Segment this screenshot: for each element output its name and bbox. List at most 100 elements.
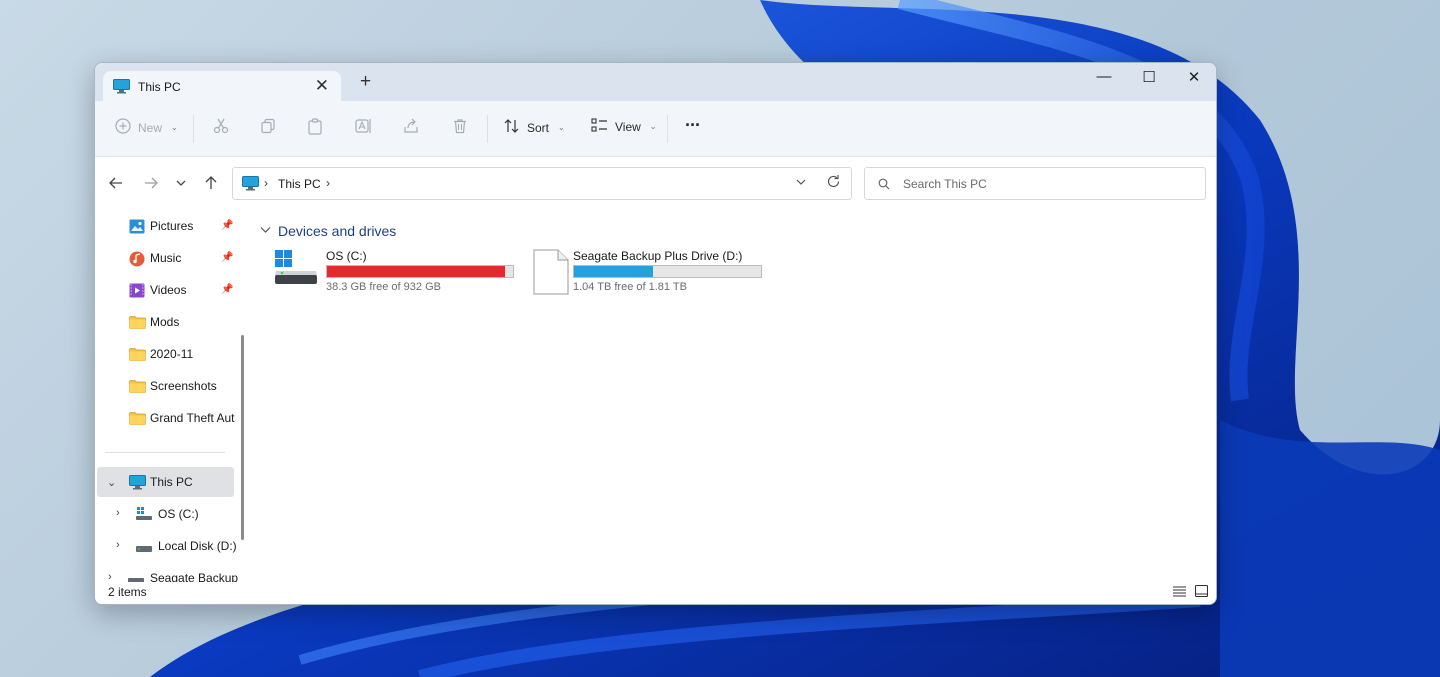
breadcrumb-chevron-icon[interactable]: › <box>264 176 268 190</box>
sidebar-item-label: Music <box>150 251 182 265</box>
chevron-down-icon <box>260 226 271 237</box>
sidebar-item-mods[interactable]: Mods <box>97 307 234 337</box>
address-bar[interactable]: › This PC › <box>232 167 852 200</box>
rename-icon <box>355 118 373 137</box>
sidebar-item-this-pc[interactable]: ⌄ This PC <box>97 467 234 497</box>
share-button[interactable] <box>403 118 419 137</box>
sidebar-item-os-c[interactable]: › OS (C:) <box>97 499 234 529</box>
tiles-view-button[interactable] <box>1194 584 1209 600</box>
sidebar-item-music[interactable]: Music 📌 <box>97 243 234 273</box>
folder-icon <box>129 379 146 396</box>
sidebar-item-label: 2020-11 <box>150 347 194 361</box>
pin-icon: 📌 <box>221 220 234 231</box>
drive-os-c[interactable]: OS (C:) 38.3 GB free of 932 GB <box>274 249 514 299</box>
close-window-button[interactable]: ✕ <box>1171 68 1216 86</box>
windows-drive-icon <box>136 507 152 524</box>
toolbar-divider <box>667 115 668 143</box>
devices-and-drives-group-header[interactable]: Devices and drives <box>260 223 396 239</box>
maximize-button[interactable]: ☐ <box>1126 68 1172 86</box>
drive-free-space: 1.04 TB free of 1.81 TB <box>573 281 687 293</box>
music-icon <box>129 251 145 270</box>
paste-button[interactable] <box>307 118 323 138</box>
breadcrumb-chevron-icon[interactable]: › <box>326 176 330 190</box>
sidebar-item-local-disk-d[interactable]: › Local Disk (D:) <box>97 531 237 561</box>
up-button[interactable] <box>203 175 219 195</box>
see-more-button[interactable]: ··· <box>685 115 701 136</box>
sidebar-item-label: Videos <box>150 283 187 297</box>
chevron-right-icon[interactable]: › <box>116 507 120 519</box>
sidebar-item-screenshots[interactable]: Screenshots <box>97 371 234 401</box>
refresh-button[interactable] <box>826 174 841 193</box>
chevron-down-icon[interactable]: ⌄ <box>107 476 116 489</box>
chevron-down-icon: ⌄ <box>171 123 178 132</box>
view-layout-icon <box>591 118 608 135</box>
forward-button[interactable] <box>143 175 159 195</box>
clipboard-icon <box>307 118 323 138</box>
sidebar-scrollbar[interactable] <box>241 335 244 540</box>
search-box[interactable] <box>864 167 1206 200</box>
status-bar: 2 items <box>95 582 1216 604</box>
chevron-down-icon: ⌄ <box>558 123 565 132</box>
arrow-left-icon <box>109 177 122 189</box>
sidebar-item-pictures[interactable]: Pictures 📌 <box>97 211 234 241</box>
chevron-right-icon[interactable]: › <box>116 539 120 551</box>
file-view: Devices and drives OS (C:) 38.3 GB free … <box>252 211 1216 583</box>
back-button[interactable] <box>108 175 124 195</box>
pc-icon <box>242 176 259 194</box>
new-tab-button[interactable]: + <box>360 71 371 93</box>
drive-name: Seagate Backup Plus Drive (D:) <box>573 249 743 263</box>
folder-icon <box>129 411 146 428</box>
drive-usage-bar <box>573 265 762 278</box>
share-icon <box>403 118 419 137</box>
sidebar-item-label: Pictures <box>150 219 194 233</box>
view-label: View <box>615 119 641 134</box>
recent-locations-button[interactable] <box>175 175 187 195</box>
tiles-view-icon <box>1194 584 1209 598</box>
pc-icon <box>113 79 130 97</box>
sidebar-item-2020-11[interactable]: 2020-11 <box>97 339 234 369</box>
sort-arrows-icon <box>503 118 520 137</box>
sidebar-item-seagate-backup[interactable]: › Seagate Backup <box>97 563 238 583</box>
drive-free-space: 38.3 GB free of 932 GB <box>326 281 441 293</box>
drive-usage-fill <box>327 266 506 277</box>
trash-icon <box>452 118 468 137</box>
sidebar-item-videos[interactable]: Videos 📌 <box>97 275 234 305</box>
arrow-right-icon <box>145 177 158 189</box>
sidebar-item-label: Screenshots <box>150 379 217 393</box>
folder-icon <box>129 315 146 332</box>
drive-seagate-d[interactable]: Seagate Backup Plus Drive (D:) 1.04 TB f… <box>533 249 773 299</box>
tab-label: This PC <box>138 80 181 94</box>
title-bar: This PC ✕ + — ☐ ✕ <box>95 63 1216 102</box>
minimize-button[interactable]: — <box>1081 68 1127 85</box>
view-button[interactable]: View ⌄ <box>591 118 657 135</box>
folder-icon <box>129 347 146 364</box>
blank-drive-icon <box>533 249 569 298</box>
close-tab-icon[interactable]: ✕ <box>315 76 329 96</box>
sidebar-item-label: Mods <box>150 315 180 329</box>
pc-icon <box>129 475 146 493</box>
scissors-icon <box>213 118 229 137</box>
pin-icon: 📌 <box>221 284 234 295</box>
search-input[interactable] <box>903 175 1193 193</box>
details-view-button[interactable] <box>1173 585 1186 600</box>
copy-icon <box>260 118 276 137</box>
sort-button[interactable]: Sort ⌄ <box>503 118 565 137</box>
sidebar-item-grand-theft-auto[interactable]: Grand Theft Aut <box>97 403 235 433</box>
toolbar-divider <box>193 115 194 143</box>
refresh-icon <box>827 175 840 188</box>
file-explorer-window: This PC ✕ + — ☐ ✕ New ⌄ Sort ⌄ View ⌄ ··… <box>94 62 1217 605</box>
address-history-dropdown[interactable] <box>795 177 807 190</box>
sidebar-item-label: Local Disk (D:) <box>158 539 237 553</box>
chevron-down-icon <box>796 179 806 185</box>
cut-button[interactable] <box>213 118 229 137</box>
tab-this-pc[interactable]: This PC ✕ <box>103 71 341 102</box>
copy-button[interactable] <box>260 118 276 137</box>
pictures-icon <box>129 219 145 237</box>
sidebar-item-label: OS (C:) <box>158 507 199 521</box>
item-count: 2 items <box>108 585 147 599</box>
new-button[interactable]: New ⌄ <box>115 118 178 137</box>
delete-button[interactable] <box>452 118 468 137</box>
sort-label: Sort <box>527 120 550 135</box>
rename-button[interactable] <box>355 118 373 137</box>
breadcrumb-this-pc[interactable]: This PC <box>278 177 321 191</box>
